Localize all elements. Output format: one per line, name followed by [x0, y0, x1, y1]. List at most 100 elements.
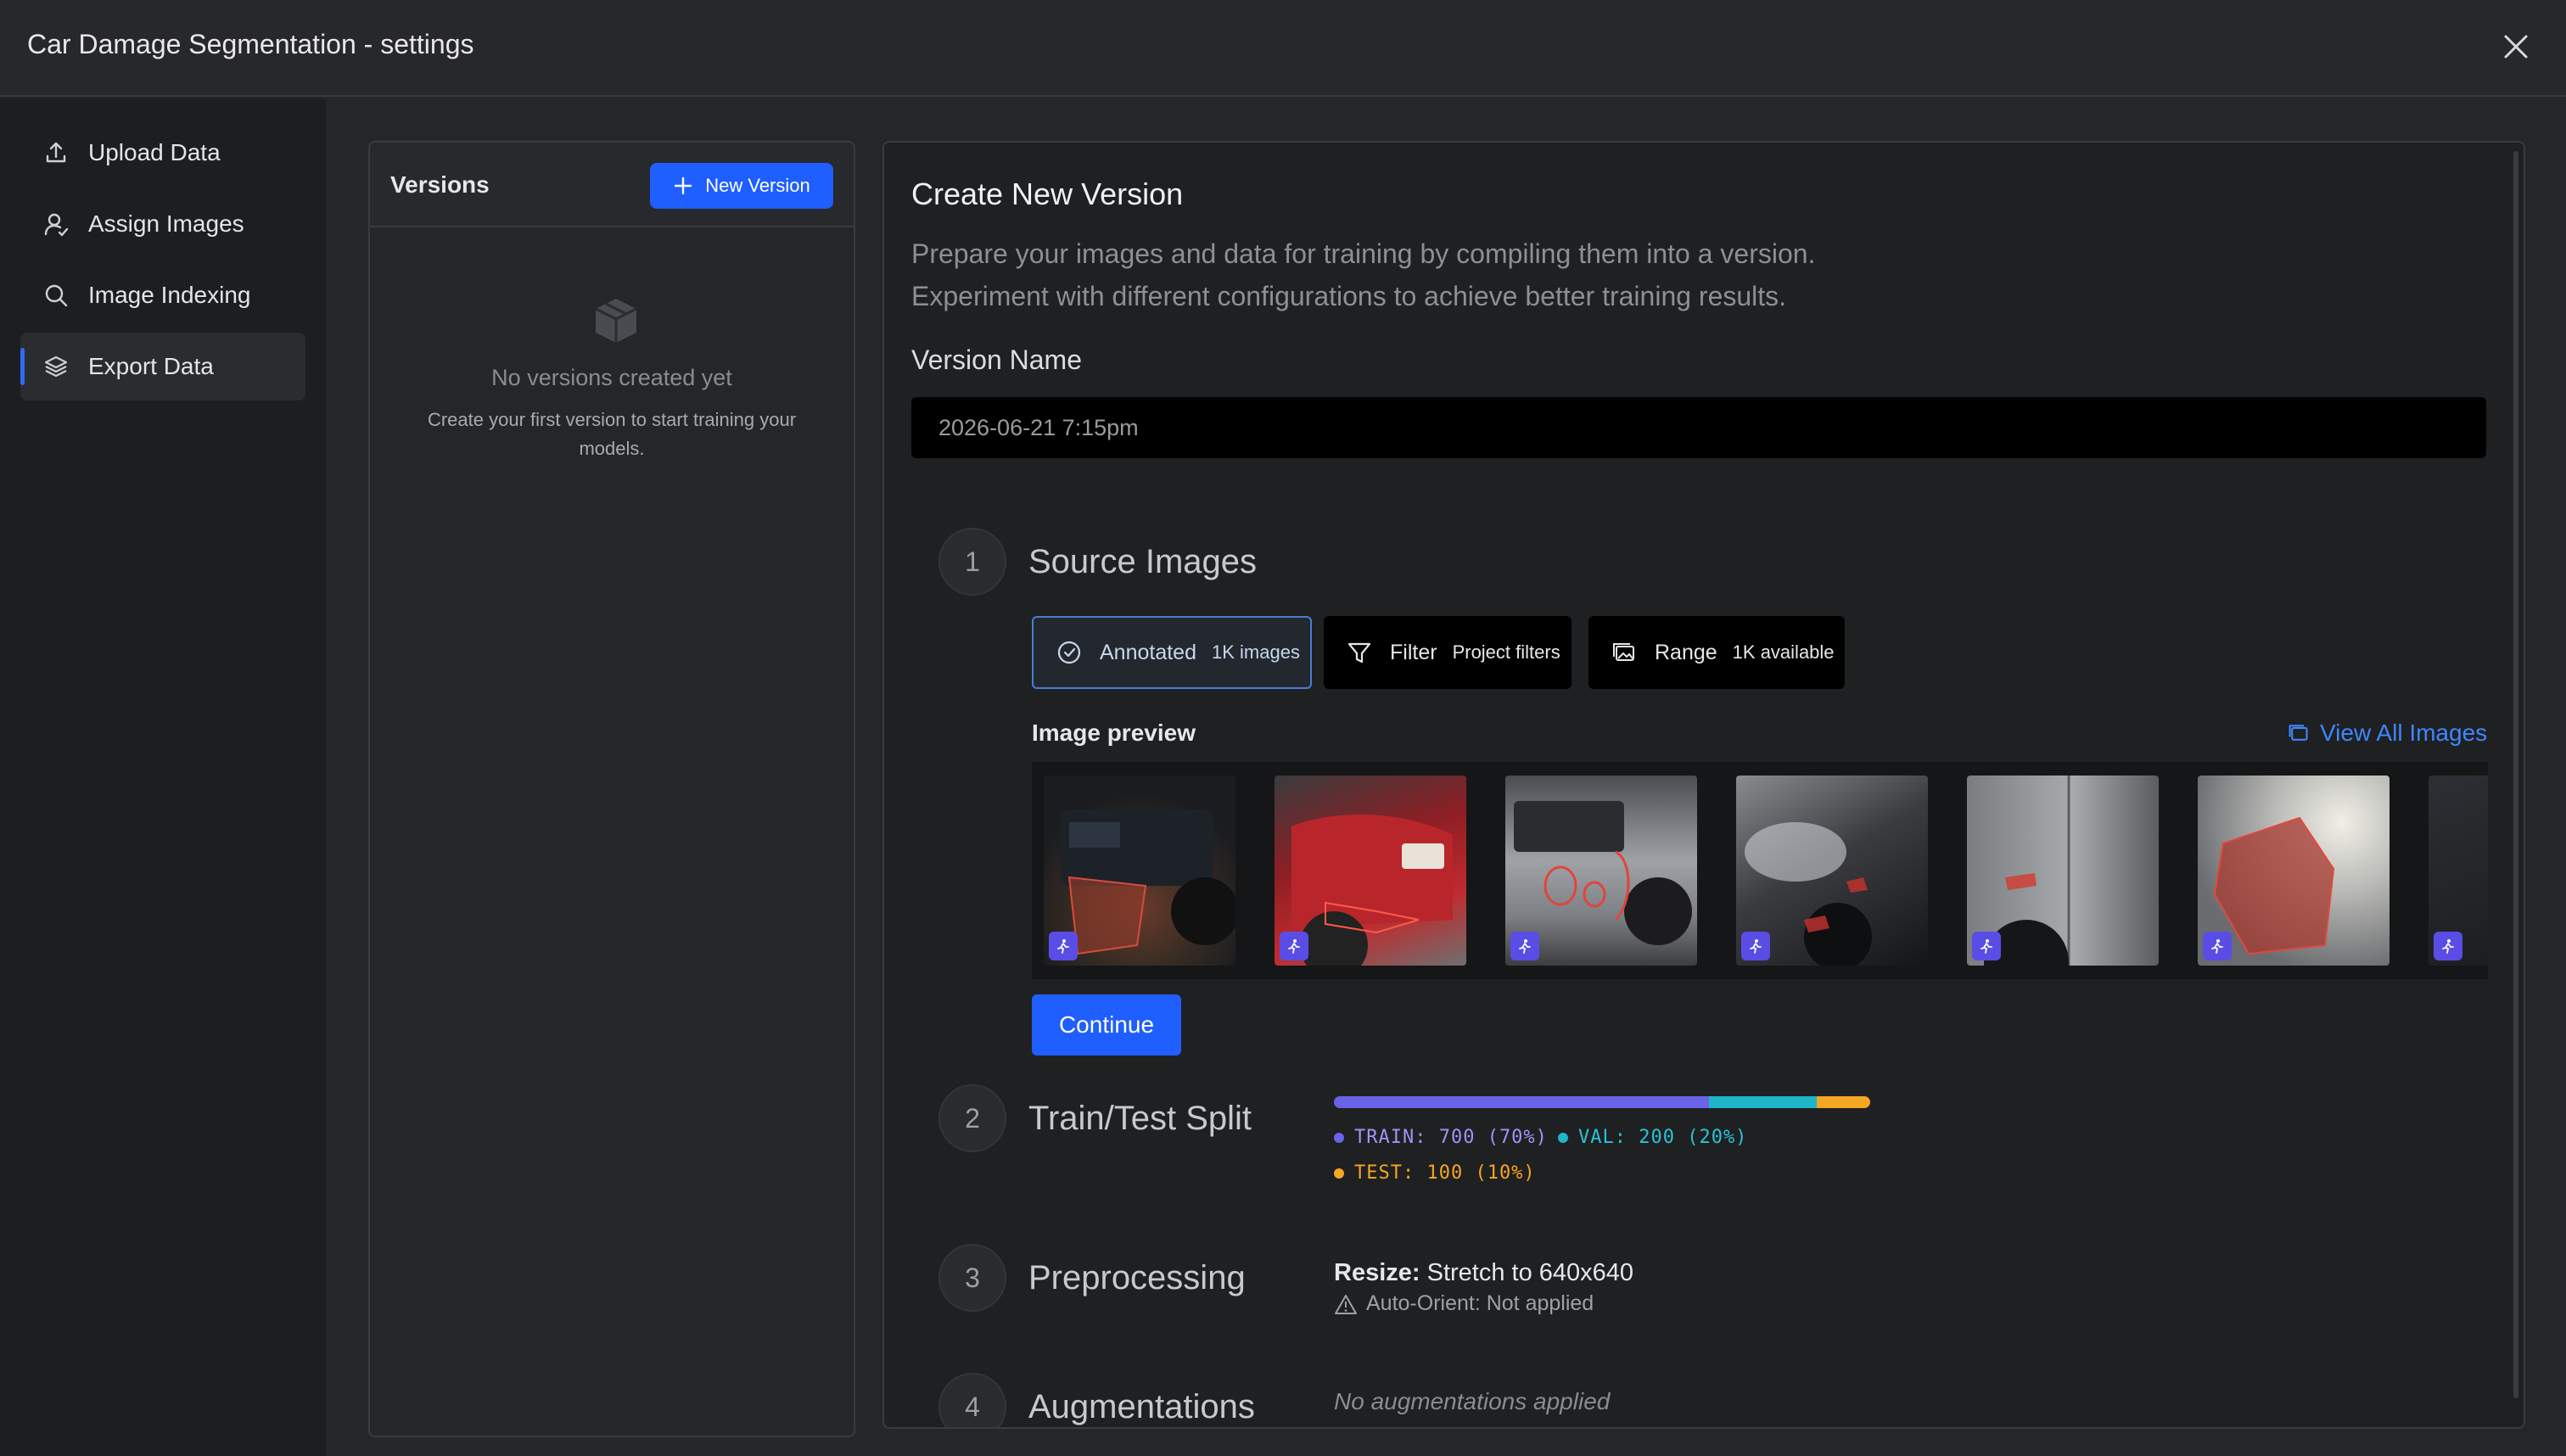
annotated-option[interactable]: Annotated 1K images	[1032, 616, 1312, 689]
warning-icon	[1335, 1294, 1357, 1314]
run-icon	[1981, 939, 1992, 954]
segmentation-badge	[2434, 932, 2462, 960]
option-label: Filter	[1390, 640, 1437, 664]
segmentation-badge	[1972, 932, 2001, 960]
empty-title: No versions created yet	[491, 365, 732, 390]
create-title: Create New Version	[911, 176, 1184, 211]
option-sub: 1K images	[1212, 641, 1300, 663]
version-name-label: Version Name	[911, 344, 1082, 375]
step-number: 1	[938, 528, 1006, 596]
scrollbar[interactable]	[2513, 151, 2518, 1398]
filter-option[interactable]: Filter Project filters	[1324, 616, 1572, 689]
preview-thumbnail[interactable]	[1505, 776, 1697, 966]
window-title: Car Damage Segmentation - settings	[27, 29, 474, 59]
legend-dot	[1558, 1132, 1568, 1143]
upload-icon	[41, 137, 71, 168]
new-version-label: New Version	[705, 175, 810, 196]
close-button[interactable]	[2495, 25, 2537, 68]
versions-panel: Versions New Version No versions created…	[368, 141, 855, 1437]
view-all-label: View All Images	[2320, 720, 2488, 746]
plus-icon	[675, 176, 692, 195]
run-icon	[1057, 939, 1069, 954]
run-icon	[2442, 939, 2454, 954]
range-option[interactable]: Range 1K available	[1588, 616, 1845, 689]
preview-thumbnail[interactable]	[1736, 776, 1928, 966]
split-val-segment	[1709, 1096, 1817, 1108]
step-title-train-test-split: Train/Test Split	[1028, 1100, 1252, 1137]
resize-key: Resize:	[1334, 1259, 1420, 1286]
title-bar: Car Damage Segmentation - settings	[0, 0, 2566, 97]
images-icon	[2289, 725, 2308, 741]
version-name-input[interactable]	[911, 397, 2486, 458]
preview-thumbnail[interactable]	[2198, 776, 2390, 966]
check-circle-icon	[1056, 639, 1083, 666]
preview-thumbnail[interactable]	[1275, 776, 1466, 966]
step-number: 4	[938, 1373, 1006, 1427]
resize-value: Stretch to 640x640	[1426, 1259, 1634, 1286]
step-title-augmentations: Augmentations	[1028, 1388, 1255, 1425]
sidebar-item-upload-data[interactable]: Upload Data	[20, 119, 305, 187]
new-version-button[interactable]: New Version	[650, 163, 833, 209]
run-icon	[2211, 939, 2223, 954]
sidebar-item-label: Image Indexing	[88, 282, 251, 308]
legend-dot	[1334, 1168, 1344, 1179]
step-title-preprocessing: Preprocessing	[1028, 1259, 1246, 1296]
split-train-segment	[1334, 1096, 1710, 1108]
empty-subtitle: Create your first version to start train…	[427, 409, 797, 459]
split-test-segment	[1816, 1096, 1870, 1108]
sidebar-item-image-indexing[interactable]: Image Indexing	[20, 261, 305, 329]
legend-label: TRAIN: 700 (70%)	[1354, 1127, 1548, 1148]
filter-icon	[1346, 639, 1373, 666]
segmentation-badge	[1741, 932, 1770, 960]
option-sub: 1K available	[1732, 641, 1835, 663]
legend-train: TRAIN: 700 (70%)	[1334, 1127, 1548, 1148]
sidebar-item-label: Export Data	[88, 353, 214, 379]
auto-orient-setting: Auto-Orient: Not applied	[1334, 1291, 1594, 1316]
segmentation-badge	[1280, 932, 1308, 960]
sidebar-item-assign-images[interactable]: Assign Images	[20, 190, 305, 258]
preview-thumbnail[interactable]	[1044, 776, 1235, 966]
resize-setting: Resize: Stretch to 640x640	[1334, 1259, 1633, 1287]
close-icon	[2504, 35, 2528, 59]
option-label: Range	[1655, 640, 1717, 664]
auto-orient-label: Auto-Orient: Not applied	[1366, 1291, 1594, 1315]
image-preview-label: Image preview	[1032, 720, 1196, 746]
description-line: Experiment with different configurations…	[911, 281, 1787, 311]
legend-dot	[1334, 1132, 1344, 1143]
package-icon	[595, 299, 637, 343]
run-icon	[1288, 939, 1300, 954]
legend-label: TEST: 100 (10%)	[1354, 1162, 1536, 1184]
step-number: 3	[938, 1244, 1006, 1312]
step-number: 2	[938, 1084, 1006, 1152]
run-icon	[1750, 939, 1762, 954]
segmentation-badge	[2203, 932, 2232, 960]
view-all-images-link[interactable]: View All Images	[2288, 720, 2487, 747]
search-icon	[41, 280, 71, 311]
sidebar: Upload Data Assign Images Image Indexing…	[0, 98, 326, 1456]
continue-button[interactable]: Continue	[1032, 994, 1181, 1056]
create-version-panel: Create New Version Prepare your images a…	[882, 141, 2525, 1429]
split-progress-bar	[1334, 1096, 1870, 1108]
preview-thumbnail[interactable]	[1967, 776, 2159, 966]
option-sub: Project filters	[1452, 641, 1560, 663]
legend-label: VAL: 200 (20%)	[1578, 1127, 1748, 1148]
run-icon	[1519, 939, 1531, 954]
sidebar-item-export-data[interactable]: Export Data	[20, 333, 305, 400]
sidebar-item-label: Upload Data	[88, 139, 221, 165]
segmentation-badge	[1510, 932, 1539, 960]
segmentation-badge	[1049, 932, 1078, 960]
description-line: Prepare your images and data for trainin…	[911, 238, 1816, 269]
versions-title: Versions	[390, 171, 490, 198]
create-description: Prepare your images and data for trainin…	[911, 232, 1815, 317]
layers-icon	[41, 351, 71, 382]
images-icon	[1611, 639, 1638, 666]
preview-thumbnail[interactable]	[2429, 776, 2488, 966]
versions-header: Versions New Version	[370, 143, 854, 227]
legend-val: VAL: 200 (20%)	[1558, 1127, 1747, 1148]
image-preview-strip	[1032, 762, 2488, 979]
step-title-source-images: Source Images	[1028, 543, 1258, 580]
user-assign-icon	[41, 209, 71, 239]
augmentations-empty: No augmentations applied	[1334, 1388, 1611, 1414]
sidebar-item-label: Assign Images	[88, 210, 244, 237]
legend-test: TEST: 100 (10%)	[1334, 1162, 1536, 1184]
